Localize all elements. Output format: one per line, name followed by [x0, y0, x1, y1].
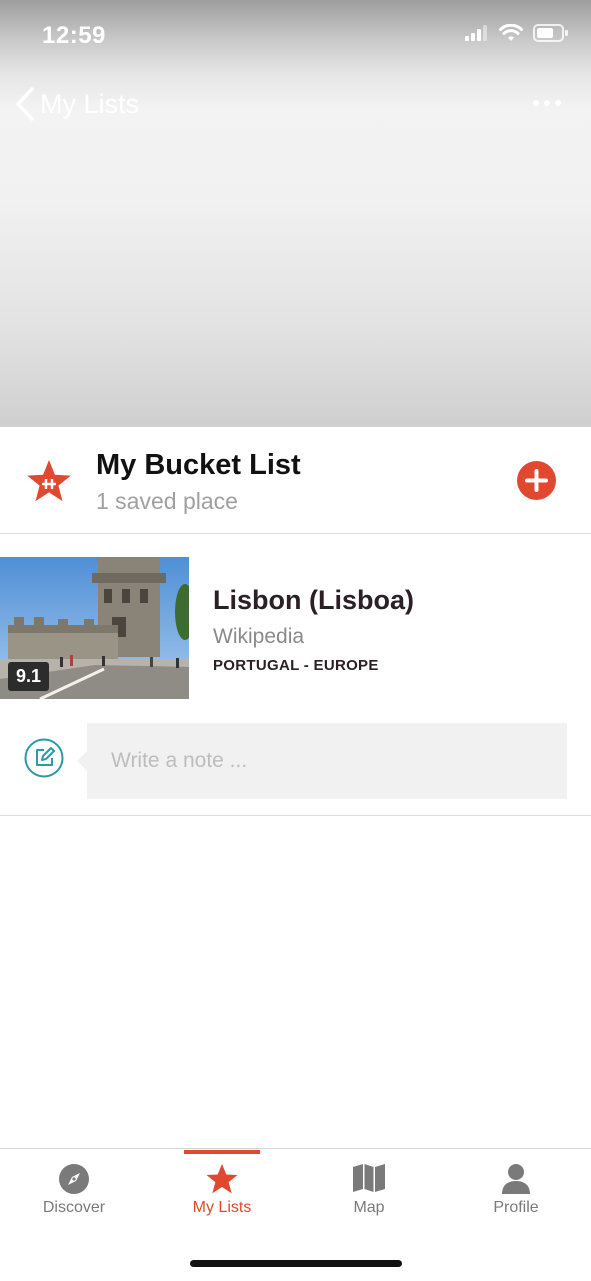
tab-label: Map: [353, 1199, 385, 1216]
list-header: My Bucket List 1 saved place: [0, 427, 591, 534]
tab-discover[interactable]: Discover: [0, 1149, 148, 1229]
tab-profile[interactable]: Profile: [442, 1149, 590, 1229]
cover-image: 12:59 My Lists: [0, 0, 591, 427]
signal-icon: [465, 25, 487, 41]
place-source: Wikipedia: [213, 625, 305, 648]
tab-label: My Lists: [192, 1199, 252, 1216]
place-score-badge: 9.1: [8, 662, 50, 691]
back-label: My Lists: [40, 88, 140, 119]
back-button[interactable]: My Lists: [14, 86, 139, 122]
edit-note-icon[interactable]: [24, 738, 64, 778]
active-tab-indicator: [184, 1150, 260, 1154]
place-name: Lisbon (Lisboa): [213, 585, 414, 615]
tab-map[interactable]: Map: [295, 1149, 443, 1229]
status-time: 12:59: [42, 22, 106, 49]
more-dot-icon: [555, 100, 561, 106]
status-icons: [465, 24, 569, 42]
saved-count: 1 saved place: [96, 488, 238, 514]
tab-label: Discover: [42, 1199, 106, 1216]
home-indicator[interactable]: [190, 1260, 402, 1267]
add-place-button[interactable]: [517, 461, 556, 500]
wifi-icon: [499, 24, 523, 41]
tab-my-lists[interactable]: My Lists: [148, 1149, 296, 1229]
compass-icon: [59, 1164, 89, 1194]
chevron-left-icon: [16, 87, 34, 121]
saved-place-card[interactable]: 9.1 Lisbon (Lisboa) Wikipedia PORTUGAL -…: [0, 557, 591, 699]
map-icon: [353, 1164, 385, 1192]
tab-label: Profile: [493, 1199, 539, 1216]
place-photo: 9.1: [0, 557, 189, 699]
person-icon: [502, 1164, 530, 1194]
more-dot-icon: [533, 100, 539, 106]
place-location: PORTUGAL - EUROPE: [213, 657, 379, 674]
list-star-icon: [27, 460, 71, 502]
note-input[interactable]: Write a note ...: [77, 723, 567, 799]
note-row: Write a note ...: [0, 723, 591, 816]
list-title: My Bucket List: [96, 449, 301, 481]
battery-icon: [533, 24, 568, 42]
more-dot-icon: [544, 100, 550, 106]
star-icon: [206, 1164, 238, 1194]
more-options-button[interactable]: [533, 100, 561, 106]
